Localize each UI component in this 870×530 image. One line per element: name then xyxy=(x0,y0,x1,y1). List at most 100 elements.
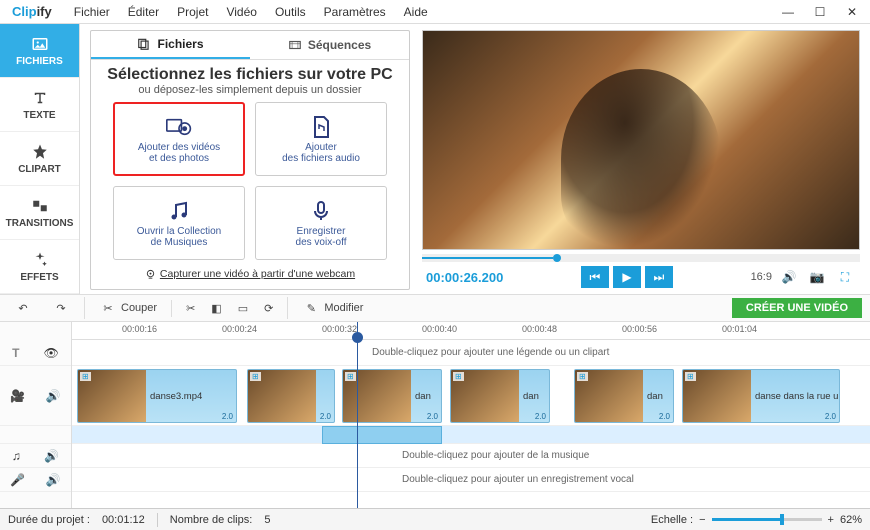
sidebar-item-effets[interactable]: EFFETS xyxy=(0,240,79,294)
volume-icon[interactable]: 🔊 xyxy=(778,267,800,287)
cut-button[interactable]: ✂Couper xyxy=(93,297,163,319)
files-headline: Sélectionnez les fichiers sur votre PC xyxy=(91,66,409,84)
menu-fichier[interactable]: Fichier xyxy=(66,3,118,21)
scale-value: 62% xyxy=(840,514,862,526)
timeline-body[interactable]: 00:00:16 00:00:24 00:00:32 00:00:40 00:0… xyxy=(72,322,870,508)
close-button[interactable]: ✕ xyxy=(838,2,866,22)
menu-aide[interactable]: Aide xyxy=(396,3,436,21)
sidebar-item-clipart[interactable]: CLIPART xyxy=(0,132,79,186)
timecode: 00:00:26.200 xyxy=(426,270,503,285)
main-menu: Fichier Éditer Projet Vidéo Outils Param… xyxy=(66,3,436,21)
minimize-button[interactable]: — xyxy=(774,2,802,22)
sidebar-label: TEXTE xyxy=(23,110,55,121)
timeline-clip[interactable]: ⊞dan2.0 xyxy=(450,369,550,423)
play-button[interactable]: ▶ xyxy=(613,266,641,288)
text-track[interactable]: Double-cliquez pour ajouter une légende … xyxy=(72,340,870,366)
sparkle-icon xyxy=(31,251,49,269)
track-head-text: T 👁 xyxy=(0,340,71,366)
sidebar-label: TRANSITIONS xyxy=(6,218,74,229)
create-video-button[interactable]: CRÉER UNE VIDÉO xyxy=(732,298,862,318)
scale-slider[interactable] xyxy=(712,518,822,521)
sidebar: FICHIERS TEXTE CLIPART TRANSITIONS EFFET… xyxy=(0,24,80,294)
next-button[interactable]: ⏭ xyxy=(645,266,673,288)
tab-sequences[interactable]: Séquences xyxy=(250,31,409,59)
duration-label: Durée du projet : xyxy=(8,514,90,526)
snapshot-icon[interactable]: 📷 xyxy=(806,267,828,287)
menu-parametres[interactable]: Paramètres xyxy=(316,3,394,21)
scissors-button[interactable]: ✂ xyxy=(180,300,201,317)
track-headers: T 👁 🎥 🔊 ♫ 🔊 🎤 🔊 xyxy=(0,322,72,508)
track-head-video: 🎥 🔊 xyxy=(0,366,71,426)
tile-add-video-photo[interactable]: Ajouter des vidéoset des photos xyxy=(113,102,245,176)
star-icon xyxy=(31,143,49,161)
tile-music-collection[interactable]: Ouvrir la Collectionde Musiques xyxy=(113,186,245,260)
fullscreen-icon[interactable]: ⛶ xyxy=(834,267,856,287)
scale-plus[interactable]: + xyxy=(828,514,834,526)
trim-button[interactable]: ▭ xyxy=(232,300,254,317)
playhead[interactable] xyxy=(357,322,358,508)
menu-editer[interactable]: Éditer xyxy=(120,3,167,21)
clipcount-value: 5 xyxy=(264,514,270,526)
selection-range[interactable] xyxy=(322,426,442,444)
modify-label: Modifier xyxy=(324,302,363,314)
timeline: T 👁 🎥 🔊 ♫ 🔊 🎤 🔊 00:00:16 00:00:24 00:00:… xyxy=(0,322,870,508)
volume-icon[interactable]: 🔊 xyxy=(46,389,61,403)
scale-label: Echelle : xyxy=(651,514,693,526)
sidebar-item-transitions[interactable]: TRANSITIONS xyxy=(0,186,79,240)
sidebar-label: CLIPART xyxy=(18,164,61,175)
track-head-voice: 🎤 🔊 xyxy=(0,468,71,492)
timeline-clip[interactable]: ⊞danse dans la rue un soir d'2.0 xyxy=(682,369,840,423)
menu-projet[interactable]: Projet xyxy=(169,3,216,21)
voice-track[interactable]: Double-cliquez pour ajouter un enregistr… xyxy=(72,468,870,492)
time-ruler[interactable]: 00:00:16 00:00:24 00:00:32 00:00:40 00:0… xyxy=(72,322,870,340)
sidebar-item-fichiers[interactable]: FICHIERS xyxy=(0,24,79,78)
volume-icon[interactable]: 🔊 xyxy=(44,449,59,463)
timeline-clip[interactable]: ⊞2.0 xyxy=(247,369,335,423)
rotate-button[interactable]: ⟳ xyxy=(258,300,279,317)
statusbar: Durée du projet : 00:01:12 Nombre de cli… xyxy=(0,508,870,530)
video-preview[interactable] xyxy=(422,30,860,250)
files-panel: Fichiers Séquences Sélectionnez les fich… xyxy=(90,30,410,290)
visibility-icon[interactable]: 👁 xyxy=(44,346,59,360)
menu-video[interactable]: Vidéo xyxy=(218,3,264,21)
text-icon xyxy=(31,89,49,107)
music-track[interactable]: Double-cliquez pour ajouter de la musiqu… xyxy=(72,444,870,468)
titlebar: Clipify Fichier Éditer Projet Vidéo Outi… xyxy=(0,0,870,24)
files-subhead: ou déposez-les simplement depuis un doss… xyxy=(91,84,409,96)
track-head-music: ♫ 🔊 xyxy=(0,444,71,468)
maximize-button[interactable]: ☐ xyxy=(806,2,834,22)
timeline-clip[interactable]: ⊞danse3.mp42.0 xyxy=(77,369,237,423)
music-icon xyxy=(166,199,192,223)
preview-panel: 00:00:26.200 ⏮ ▶ ⏭ 16:9 🔊 📷 ⛶ xyxy=(422,30,860,290)
menu-outils[interactable]: Outils xyxy=(267,3,314,21)
timeline-clip[interactable]: ⊞dan2.0 xyxy=(574,369,674,423)
mic-icon xyxy=(308,199,334,223)
sidebar-label: EFFETS xyxy=(20,272,58,283)
scale-minus[interactable]: − xyxy=(699,514,705,526)
transitions-icon xyxy=(31,197,49,215)
cut-label: Couper xyxy=(121,302,157,314)
mic-icon: 🎤 xyxy=(10,473,25,487)
redo-button[interactable]: ↷ xyxy=(46,297,76,319)
crop-button[interactable]: ◧ xyxy=(205,300,227,317)
sidebar-label: FICHIERS xyxy=(16,56,63,67)
webcam-link[interactable]: Capturer une vidéo à partir d'une webcam xyxy=(91,268,409,280)
volume-icon[interactable]: 🔊 xyxy=(46,473,61,487)
picture-icon xyxy=(31,35,49,53)
scrub-bar[interactable] xyxy=(422,254,860,262)
camera-icon: 🎥 xyxy=(10,389,25,403)
undo-button[interactable]: ↶ xyxy=(8,297,38,319)
files-icon xyxy=(137,37,151,51)
sidebar-item-texte[interactable]: TEXTE xyxy=(0,78,79,132)
app-logo: Clipify xyxy=(4,4,60,19)
audio-file-icon xyxy=(308,115,334,139)
window-controls: — ☐ ✕ xyxy=(774,2,866,22)
tile-voiceover[interactable]: Enregistrerdes voix-off xyxy=(255,186,387,260)
video-track[interactable]: ⊞danse3.mp42.0⊞2.0⊞dan2.0⊞dan2.0⊞dan2.0⊞… xyxy=(72,366,870,426)
tile-add-audio[interactable]: Ajouterdes fichiers audio xyxy=(255,102,387,176)
media-icon xyxy=(166,115,192,139)
modify-button[interactable]: ✎Modifier xyxy=(296,297,369,319)
prev-button[interactable]: ⏮ xyxy=(581,266,609,288)
tab-fichiers[interactable]: Fichiers xyxy=(91,31,250,59)
selection-track[interactable] xyxy=(72,426,870,444)
